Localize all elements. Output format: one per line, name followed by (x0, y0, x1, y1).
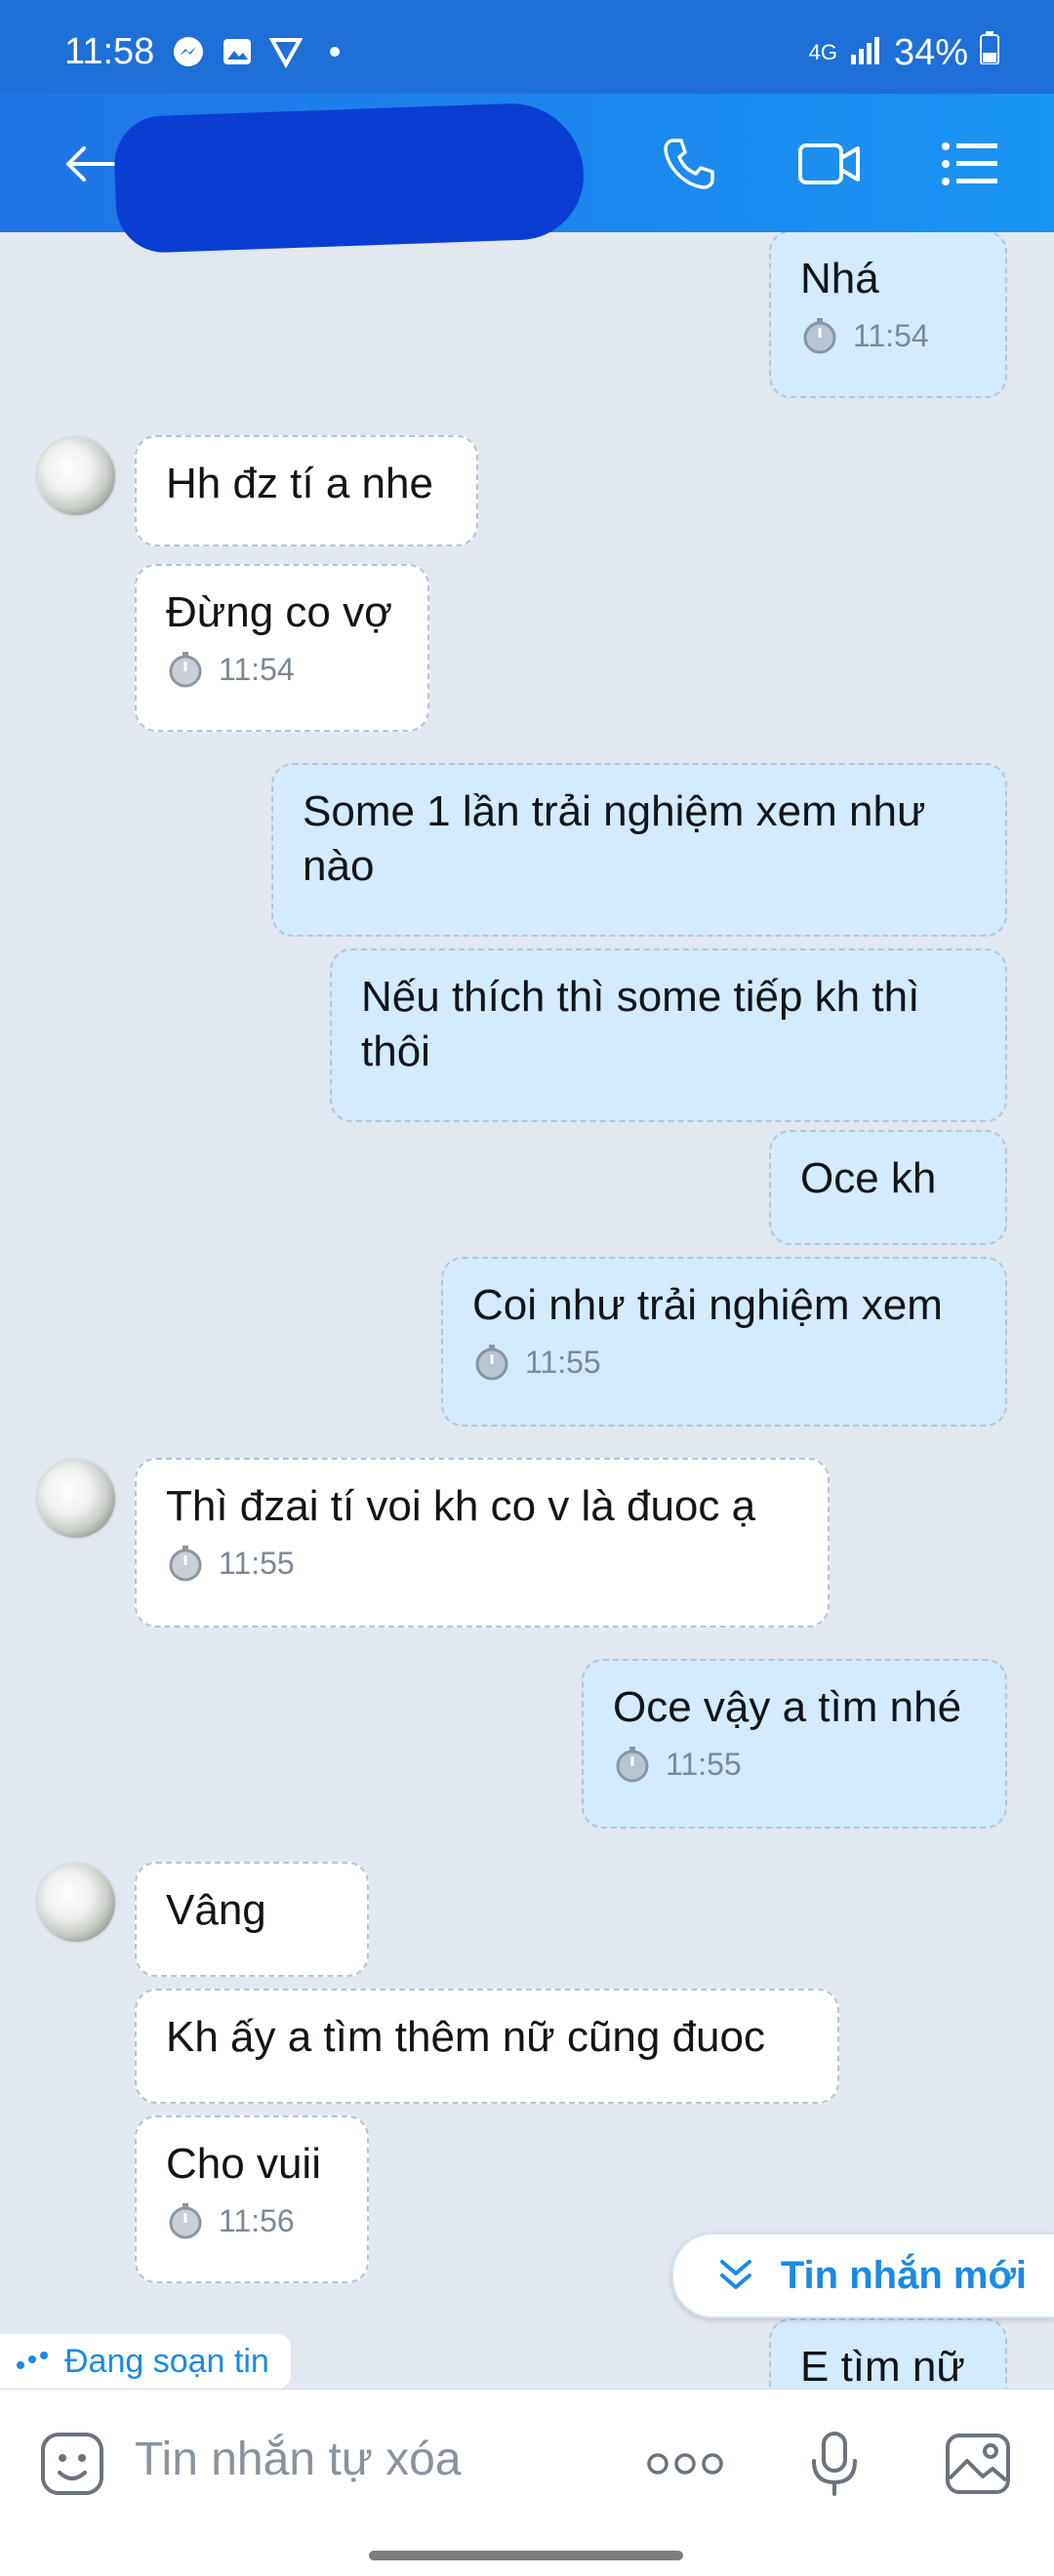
typing-label: Đang soạn tin (64, 2342, 269, 2380)
messenger-icon (172, 35, 205, 68)
double-chevron-down-icon (719, 2260, 751, 2289)
status-bar: 11:58 4G 34% (0, 0, 1054, 94)
message-text: Kh ấy a tìm thêm nữ cũng đuoc (166, 2013, 766, 2061)
message-bubble-outgoing[interactable]: E tìm nữ (769, 2318, 1007, 2389)
message-time: 11:55 (219, 1546, 295, 1581)
emoji-sticker-icon[interactable] (33, 2425, 111, 2503)
message-text: Some 1 lần trải nghiệm xem như nào (303, 787, 926, 890)
timer-clock-icon (169, 1546, 202, 1582)
message-bubble-outgoing[interactable]: Oce kh (769, 1130, 1007, 1245)
message-time: 11:54 (853, 318, 929, 353)
battery-icon (980, 31, 999, 74)
message-time: 11:56 (219, 2203, 295, 2238)
message-text: Oce vậy a tìm nhé (613, 1683, 962, 1731)
message-composer: Tin nhắn tự xóa (0, 2389, 1054, 2536)
message-bubble-outgoing[interactable]: Some 1 lần trải nghiệm xem như nào (271, 763, 1007, 937)
phone-icon[interactable] (654, 129, 724, 199)
message-bubble-incoming[interactable]: Thì đzai tí voi kh co v là đuoc ạ 11:55 (135, 1458, 830, 1628)
message-bubble-outgoing[interactable]: Nếu thích thì some tiếp kh thì thôi (330, 948, 1007, 1122)
message-text: Thì đzai tí voi kh co v là đuoc ạ (166, 1482, 756, 1530)
new-messages-label: Tin nhắn mới (780, 2253, 1027, 2297)
message-text: Vâng (166, 1886, 266, 1934)
typing-indicator: Đang soạn tin (0, 2334, 291, 2389)
menu-icon[interactable] (935, 129, 1005, 199)
message-text: Oce kh (800, 1154, 937, 1202)
image-icon[interactable] (939, 2425, 1017, 2503)
battery-percent: 34% (893, 31, 968, 73)
message-text: Cho vuii (166, 2140, 321, 2188)
message-text: Đừng co vợ (166, 588, 392, 636)
message-text: Nhá (800, 255, 879, 302)
more-dots-icon[interactable] (646, 2425, 724, 2503)
vpn-icon (269, 35, 303, 68)
message-time: 11:55 (525, 1345, 601, 1380)
timer-clock-icon (616, 1747, 649, 1783)
message-bubble-outgoing[interactable]: Oce vậy a tìm nhé 11:55 (582, 1659, 1007, 1829)
signal-icon (849, 32, 882, 74)
gallery-icon (221, 35, 254, 68)
network-type: 4G (808, 40, 837, 64)
new-messages-button[interactable]: Tin nhắn mới (670, 2233, 1054, 2318)
message-bubble-outgoing[interactable]: Nhá 11:54 (769, 232, 1007, 398)
notification-dot (318, 35, 351, 68)
home-gesture-handle[interactable] (369, 2551, 683, 2560)
message-input[interactable]: Tin nhắn tự xóa (135, 2433, 462, 2486)
message-time: 11:55 (666, 1747, 742, 1782)
message-text: Nếu thích thì some tiếp kh thì thôi (361, 973, 920, 1075)
message-bubble-incoming[interactable]: Cho vuii 11:56 (135, 2115, 369, 2283)
message-bubble-incoming[interactable]: Đừng co vợ 11:54 (135, 564, 429, 732)
contact-avatar[interactable] (35, 435, 117, 517)
status-time: 11:58 (64, 31, 155, 72)
message-bubble-incoming[interactable]: Vâng (135, 1862, 369, 1977)
message-time: 11:54 (219, 652, 295, 687)
typing-dots-icon (17, 2352, 48, 2369)
message-list[interactable]: Nhá 11:54 Hh đz tí a nhe Đừng co vợ 11:5… (0, 232, 1054, 2389)
timer-clock-icon (803, 318, 836, 354)
contact-avatar[interactable] (35, 1862, 117, 1944)
message-bubble-outgoing[interactable]: Coi như trải nghiệm xem 11:55 (441, 1257, 1007, 1427)
video-call-icon[interactable] (794, 129, 865, 199)
message-bubble-incoming[interactable]: Hh đz tí a nhe (135, 435, 478, 546)
timer-clock-icon (169, 652, 202, 688)
timer-clock-icon (475, 1345, 508, 1381)
message-text: Hh đz tí a nhe (166, 460, 433, 507)
message-text: E tìm nữ (800, 2343, 965, 2389)
voice-mic-icon[interactable] (796, 2425, 874, 2503)
contact-avatar[interactable] (35, 1458, 117, 1540)
message-text: Coi như trải nghiệm xem (472, 1281, 943, 1329)
redacted-contact-name (112, 101, 587, 255)
timer-clock-icon (169, 2203, 202, 2239)
message-bubble-incoming[interactable]: Kh ấy a tìm thêm nữ cũng đuoc (135, 1989, 839, 2104)
system-nav-bar (0, 2535, 1054, 2576)
